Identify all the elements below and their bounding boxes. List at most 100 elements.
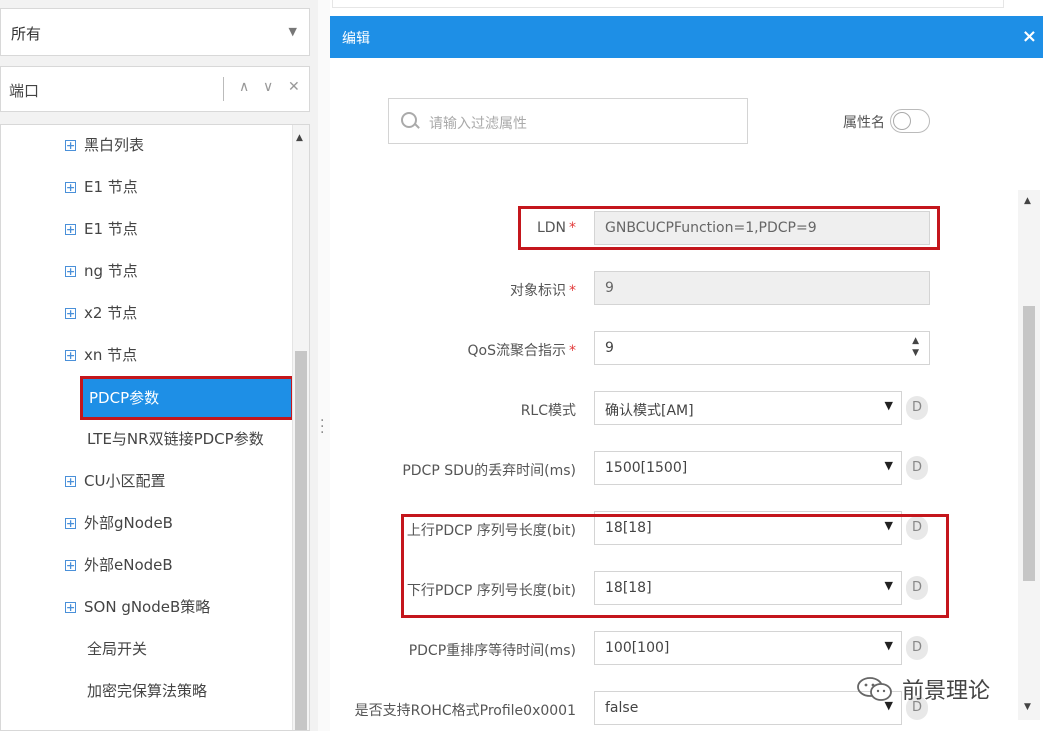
- tree-item-label: SON gNodeB策略: [84, 598, 211, 616]
- tree-item-label: ng 节点: [84, 262, 138, 280]
- tree-item-label: LTE与NR双链接PDCP参数: [87, 430, 264, 448]
- field-select[interactable]: 确认模式[AM] ▼: [594, 391, 902, 425]
- tree-item-label: CU小区配置: [84, 472, 166, 490]
- expand-plus-icon[interactable]: +: [65, 140, 76, 151]
- field-select[interactable]: 18[18] ▼: [594, 571, 902, 605]
- field-value: 18[18]: [605, 520, 652, 536]
- field-label: 是否支持ROHC格式Profile0x0001: [355, 700, 576, 720]
- attribute-filter-input[interactable]: 请输入过滤属性: [388, 98, 748, 144]
- tree-item-label: E1 节点: [84, 178, 138, 196]
- scope-select-value: 所有: [11, 25, 42, 43]
- scope-select[interactable]: 所有 ▼: [0, 8, 310, 56]
- form-scroll-thumb[interactable]: [1023, 306, 1035, 581]
- required-marker: *: [569, 343, 576, 359]
- scroll-up-icon[interactable]: ▲: [296, 133, 303, 143]
- tree-item-label: PDCP参数: [89, 389, 160, 407]
- scroll-up-icon[interactable]: ▲: [1024, 196, 1031, 206]
- default-value-button[interactable]: D: [906, 516, 928, 540]
- chevron-down-icon[interactable]: ▼: [289, 25, 297, 38]
- expand-plus-icon[interactable]: +: [65, 602, 76, 613]
- field-number-input[interactable]: 9 ▲ ▼: [594, 331, 930, 365]
- watermark-text: 前景理论: [902, 679, 991, 704]
- tree-item[interactable]: + ng 节点: [65, 251, 138, 291]
- tree-scrollbar[interactable]: ▲: [292, 125, 309, 730]
- close-icon[interactable]: ×: [1022, 26, 1037, 47]
- close-icon[interactable]: ✕: [288, 79, 300, 95]
- expand-plus-icon[interactable]: +: [65, 476, 76, 487]
- tree-item[interactable]: LTE与NR双链接PDCP参数: [87, 419, 264, 459]
- default-value-button[interactable]: D: [906, 396, 928, 420]
- field-select[interactable]: 100[100] ▼: [594, 631, 902, 665]
- field-label: PDCP重排序等待时间(ms): [409, 640, 576, 660]
- tree-scroll-thumb[interactable]: [295, 351, 307, 730]
- dropdown-caret-icon[interactable]: ▼: [885, 579, 893, 592]
- drag-handle-icon[interactable]: · · ·: [320, 414, 324, 440]
- tree-item[interactable]: + CU小区配置: [65, 461, 165, 501]
- field-select[interactable]: 1500[1500] ▼: [594, 451, 902, 485]
- form-row: PDCP SDU的丢弃时间(ms) 1500[1500] ▼ D: [340, 451, 940, 487]
- field-label-text: 是否支持ROHC格式Profile0x0001: [354, 703, 576, 719]
- expand-plus-icon[interactable]: +: [65, 560, 76, 571]
- chevron-down-icon[interactable]: ∨: [263, 79, 273, 95]
- panel-splitter[interactable]: · · ·: [318, 0, 330, 731]
- attribute-name-toggle[interactable]: [890, 109, 930, 133]
- tree-item-label: x2 节点: [84, 304, 138, 322]
- tree-item-selected[interactable]: PDCP参数: [80, 376, 294, 420]
- field-select[interactable]: 18[18] ▼: [594, 511, 902, 545]
- left-panel: 所有 ▼ 端口 ∧ ∨ ✕ + 黑白列表 + E1 节点 + E1 节点 + ng 节点 + x2…: [0, 0, 318, 731]
- tree-item-label: xn 节点: [84, 346, 138, 364]
- tree-item-label: E1 节点: [84, 220, 138, 238]
- dropdown-caret-icon[interactable]: ▼: [885, 399, 893, 412]
- form-scrollbar[interactable]: ▲ ▼: [1018, 190, 1040, 720]
- tree-item[interactable]: 全局开关: [87, 629, 147, 669]
- field-label-text: 对象标识: [510, 283, 566, 299]
- tree-item[interactable]: + 外部gNodeB: [65, 503, 173, 543]
- expand-plus-icon[interactable]: +: [65, 350, 76, 361]
- field-value: 9: [605, 340, 614, 356]
- expand-plus-icon[interactable]: +: [65, 266, 76, 277]
- tree-item[interactable]: + SON gNodeB策略: [65, 587, 210, 627]
- default-value-button[interactable]: D: [906, 576, 928, 600]
- search-divider: [223, 77, 224, 101]
- default-value-button[interactable]: D: [906, 636, 928, 660]
- expand-plus-icon[interactable]: +: [65, 308, 76, 319]
- dropdown-caret-icon[interactable]: ▼: [885, 459, 893, 472]
- chevron-up-icon[interactable]: ∧: [239, 79, 249, 95]
- tree-item[interactable]: + 外部eNodeB: [65, 545, 173, 585]
- scroll-down-icon[interactable]: ▼: [1024, 702, 1031, 712]
- expand-plus-icon[interactable]: +: [65, 224, 76, 235]
- field-label-text: PDCP SDU的丢弃时间(ms): [402, 463, 576, 479]
- required-marker: *: [569, 220, 576, 236]
- default-value-button[interactable]: D: [906, 456, 928, 480]
- field-label-text: 上行PDCP 序列号长度(bit): [406, 523, 576, 539]
- spinner-arrows-icon[interactable]: ▲ ▼: [912, 335, 919, 359]
- field-label-text: RLC模式: [520, 403, 576, 419]
- field-value: 18[18]: [605, 580, 652, 596]
- field-value: 确认模式[AM]: [605, 403, 694, 419]
- form-row: QoS流聚合指示 * 9 ▲ ▼: [340, 331, 940, 367]
- field-label-text: QoS流聚合指示: [467, 343, 566, 359]
- field-value: 9: [605, 280, 614, 296]
- field-label-text: PDCP重排序等待时间(ms): [408, 643, 576, 659]
- tree-item-label: 黑白列表: [84, 136, 145, 154]
- field-label: LDN *: [537, 220, 576, 236]
- tree-item[interactable]: + E1 节点: [65, 167, 138, 207]
- tree-search-input[interactable]: 端口 ∧ ∨ ✕: [0, 66, 310, 112]
- field-readonly-input: 9: [594, 271, 930, 305]
- expand-plus-icon[interactable]: +: [65, 518, 76, 529]
- watermark: 前景理论: [856, 673, 990, 705]
- form-row: LDN * GNBCUCPFunction=1,PDCP=9: [340, 211, 940, 247]
- dropdown-caret-icon[interactable]: ▼: [885, 519, 893, 532]
- tree-item-label: 全局开关: [87, 640, 148, 658]
- tree-item[interactable]: + E1 节点: [65, 209, 138, 249]
- field-label: QoS流聚合指示 *: [468, 340, 576, 360]
- field-label: 上行PDCP 序列号长度(bit): [407, 520, 576, 540]
- dropdown-caret-icon[interactable]: ▼: [885, 639, 893, 652]
- tree-item[interactable]: + xn 节点: [65, 335, 137, 375]
- tree-item[interactable]: + 黑白列表: [65, 125, 144, 165]
- expand-plus-icon[interactable]: +: [65, 182, 76, 193]
- tree-item[interactable]: 加密完保算法策略: [87, 671, 207, 711]
- tree-item[interactable]: + x2 节点: [65, 293, 137, 333]
- attribute-filter-placeholder: 请输入过滤属性: [429, 116, 527, 132]
- tree-item-label: 外部gNodeB: [84, 514, 173, 532]
